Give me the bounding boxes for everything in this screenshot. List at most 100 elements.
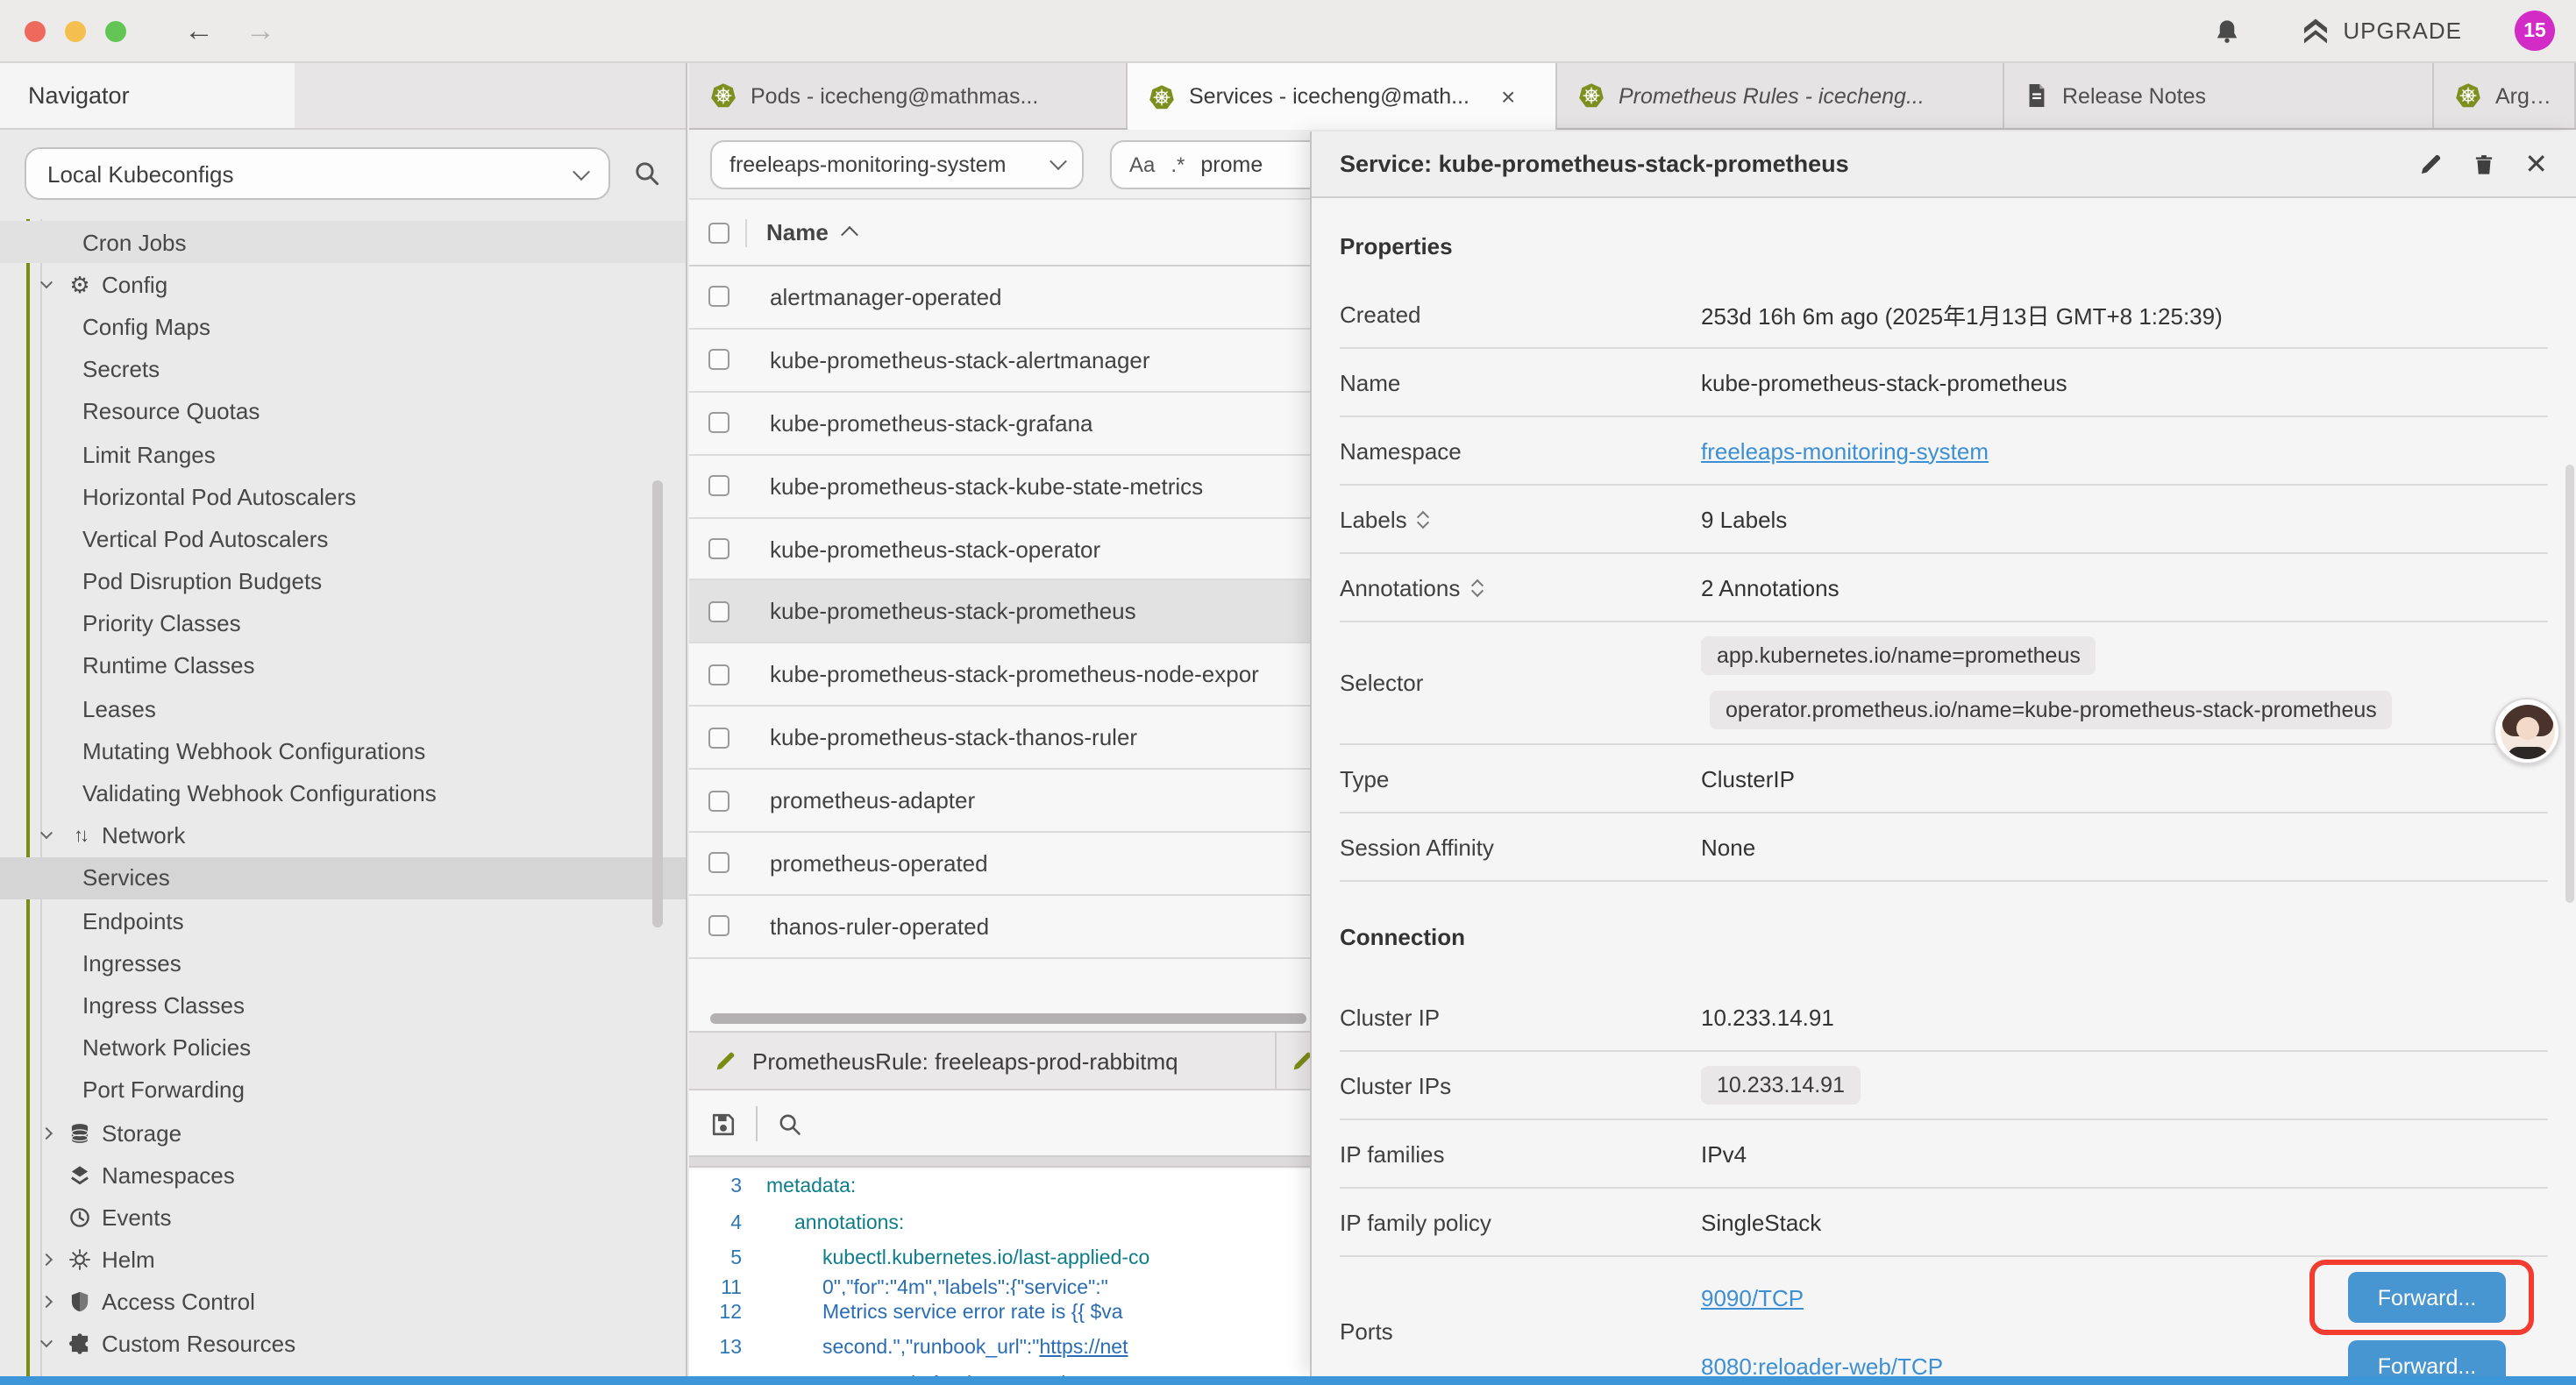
sidebar-item-ingresses[interactable]: Ingresses xyxy=(0,941,686,984)
sidebar-item-secrets[interactable]: Secrets xyxy=(0,348,686,390)
tab-prometheus[interactable]: Prometheus Rules - icecheng... xyxy=(1557,63,2004,128)
sort-toggle-icon[interactable] xyxy=(1420,509,1428,529)
tab-release[interactable]: Release Notes xyxy=(2004,63,2434,128)
sidebar-item-mutating-webhook-configurations[interactable]: Mutating Webhook Configurations xyxy=(0,730,686,772)
row-checkbox[interactable] xyxy=(708,790,729,811)
row-checkbox[interactable] xyxy=(708,475,729,496)
editor-tab[interactable] xyxy=(1277,1033,1312,1089)
tree-chevron[interactable] xyxy=(42,281,65,289)
delete-trash-icon[interactable] xyxy=(2472,152,2494,176)
horizontal-scrollbar[interactable] xyxy=(710,1013,1306,1024)
sidebar-item-pod-disruption-budgets[interactable]: Pod Disruption Budgets xyxy=(0,560,686,602)
tab-navigator[interactable]: Navigator xyxy=(0,63,295,128)
row-checkbox[interactable] xyxy=(708,412,729,433)
forward-button[interactable]: Forward... xyxy=(2348,1272,2506,1323)
close-icon[interactable]: ✕ xyxy=(2524,146,2548,181)
sidebar-item-label: Endpoints xyxy=(82,907,184,934)
sidebar-item-leases[interactable]: Leases xyxy=(0,687,686,729)
row-checkbox[interactable] xyxy=(708,350,729,371)
tree-chevron[interactable] xyxy=(42,1255,65,1264)
sidebar-item-limit-ranges[interactable]: Limit Ranges xyxy=(0,433,686,475)
sidebar-item-label: Priority Classes xyxy=(82,611,241,637)
tree-chevron[interactable] xyxy=(42,1340,65,1349)
upgrade-label: UPGRADE xyxy=(2343,18,2462,44)
tree-chevron[interactable] xyxy=(42,831,65,840)
kubeconfig-select[interactable]: Local Kubeconfigs xyxy=(25,147,610,200)
name-column-header[interactable]: Name xyxy=(766,219,829,245)
back-arrow-icon[interactable]: ← xyxy=(184,16,214,46)
sidebar-item-namespaces[interactable]: Namespaces xyxy=(0,1154,686,1196)
value-link[interactable]: 8080:reloader-web/TCP xyxy=(1701,1353,1943,1376)
value-link[interactable]: freeleaps-monitoring-system xyxy=(1701,437,1989,464)
sidebar-item-config[interactable]: ⚙Config xyxy=(0,263,686,305)
sidebar-item-helm[interactable]: Helm xyxy=(0,1239,686,1281)
edit-pencil-icon[interactable] xyxy=(2417,152,2442,176)
sort-toggle-icon[interactable] xyxy=(1472,578,1481,597)
row-checkbox[interactable] xyxy=(708,727,729,748)
row-checkbox[interactable] xyxy=(708,601,729,622)
minimize-window-button[interactable] xyxy=(65,20,86,41)
sidebar-item-access-control[interactable]: Access Control xyxy=(0,1281,686,1323)
close-window-button[interactable] xyxy=(25,20,46,41)
tab-argo[interactable]: Argo Se xyxy=(2434,63,2576,128)
sidebar-item-port-forwarding[interactable]: Port Forwarding xyxy=(0,1069,686,1112)
value-text: IPv4 xyxy=(1701,1140,1747,1167)
value-link[interactable]: 9090/TCP xyxy=(1701,1284,1804,1310)
sidebar-item-horizontal-pod-autoscalers[interactable]: Horizontal Pod Autoscalers xyxy=(0,475,686,517)
editor-tab[interactable]: PrometheusRule: freeleaps-prod-rabbitmq xyxy=(689,1033,1277,1089)
row-checkbox[interactable] xyxy=(708,853,729,874)
row-checkbox[interactable] xyxy=(708,916,729,937)
tree-chevron[interactable] xyxy=(42,1298,65,1307)
sidebar-item-ingress-classes[interactable]: Ingress Classes xyxy=(0,984,686,1026)
namespace-filter-select[interactable]: freeleaps-monitoring-system xyxy=(710,139,1084,188)
select-all-checkbox[interactable] xyxy=(708,222,729,243)
sidebar-item-network[interactable]: ↑↓Network xyxy=(0,814,686,856)
sidebar-item-network-policies[interactable]: Network Policies xyxy=(0,1026,686,1069)
cluster-search-icon[interactable] xyxy=(633,160,661,188)
sidebar-item-cron-jobs[interactable]: Cron Jobs xyxy=(0,221,686,263)
match-case-toggle[interactable]: Aa xyxy=(1129,152,1155,176)
sidebar-item-events[interactable]: Events xyxy=(0,1197,686,1239)
section-title: Properties xyxy=(1340,233,2548,259)
sidebar-item-endpoints[interactable]: Endpoints xyxy=(0,899,686,941)
property-values: IPv4 xyxy=(1701,1120,2548,1187)
sort-ascending-icon[interactable] xyxy=(842,226,859,244)
tree-chevron[interactable] xyxy=(42,1128,65,1137)
row-checkbox[interactable] xyxy=(708,664,729,685)
sidebar-item-config-maps[interactable]: Config Maps xyxy=(0,306,686,348)
sidebar-item-label: Horizontal Pod Autoscalers xyxy=(82,483,356,509)
zoom-window-button[interactable] xyxy=(105,20,126,41)
tab-services[interactable]: Services - icecheng@math...× xyxy=(1128,63,1557,130)
property-label-text: IP family policy xyxy=(1340,1209,1491,1235)
row-checkbox[interactable] xyxy=(708,287,729,308)
sidebar-item-resource-quotas[interactable]: Resource Quotas xyxy=(0,391,686,433)
drawer-scrollbar[interactable] xyxy=(2565,465,2574,903)
sidebar-scrollbar[interactable] xyxy=(652,480,663,927)
property-row: Namekube-prometheus-stack-prometheus xyxy=(1340,349,2548,417)
avatar[interactable] xyxy=(2494,698,2560,764)
tab-pods[interactable]: Pods - icecheng@mathmas... xyxy=(689,63,1128,128)
forward-arrow-icon[interactable]: → xyxy=(246,16,275,46)
sidebar-item-services[interactable]: Services xyxy=(0,857,686,899)
row-checkbox[interactable] xyxy=(708,538,729,559)
notification-count-badge[interactable]: 15 xyxy=(2515,11,2555,51)
sidebar-item-validating-webhook-configurations[interactable]: Validating Webhook Configurations xyxy=(0,772,686,814)
value-chip: 10.233.14.91 xyxy=(1701,1066,1861,1104)
upgrade-button[interactable]: UPGRADE xyxy=(2301,16,2462,46)
save-icon[interactable] xyxy=(710,1111,737,1137)
editor-search-icon[interactable] xyxy=(777,1111,803,1137)
forward-button[interactable]: Forward... xyxy=(2348,1340,2506,1376)
sidebar-item-definitions[interactable]: Definitions xyxy=(0,1366,686,1376)
sidebar-item-custom-resources[interactable]: Custom Resources xyxy=(0,1324,686,1366)
close-tab-icon[interactable]: × xyxy=(1501,82,1515,110)
value-text: 10.233.14.91 xyxy=(1701,1004,1834,1030)
yaml-link[interactable]: https://net xyxy=(1039,1339,1128,1360)
sidebar-item-runtime-classes[interactable]: Runtime Classes xyxy=(0,645,686,687)
sidebar-item-priority-classes[interactable]: Priority Classes xyxy=(0,602,686,644)
property-value-line: 8080:reloader-web/TCP Forward... xyxy=(1701,1338,2548,1376)
sidebar-item-vertical-pod-autoscalers[interactable]: Vertical Pod Autoscalers xyxy=(0,518,686,560)
sidebar-item-storage[interactable]: Storage xyxy=(0,1112,686,1154)
property-label-text: Cluster IPs xyxy=(1340,1072,1451,1098)
regex-toggle[interactable]: .* xyxy=(1171,152,1185,176)
notifications-bell-icon[interactable] xyxy=(2213,17,2241,45)
